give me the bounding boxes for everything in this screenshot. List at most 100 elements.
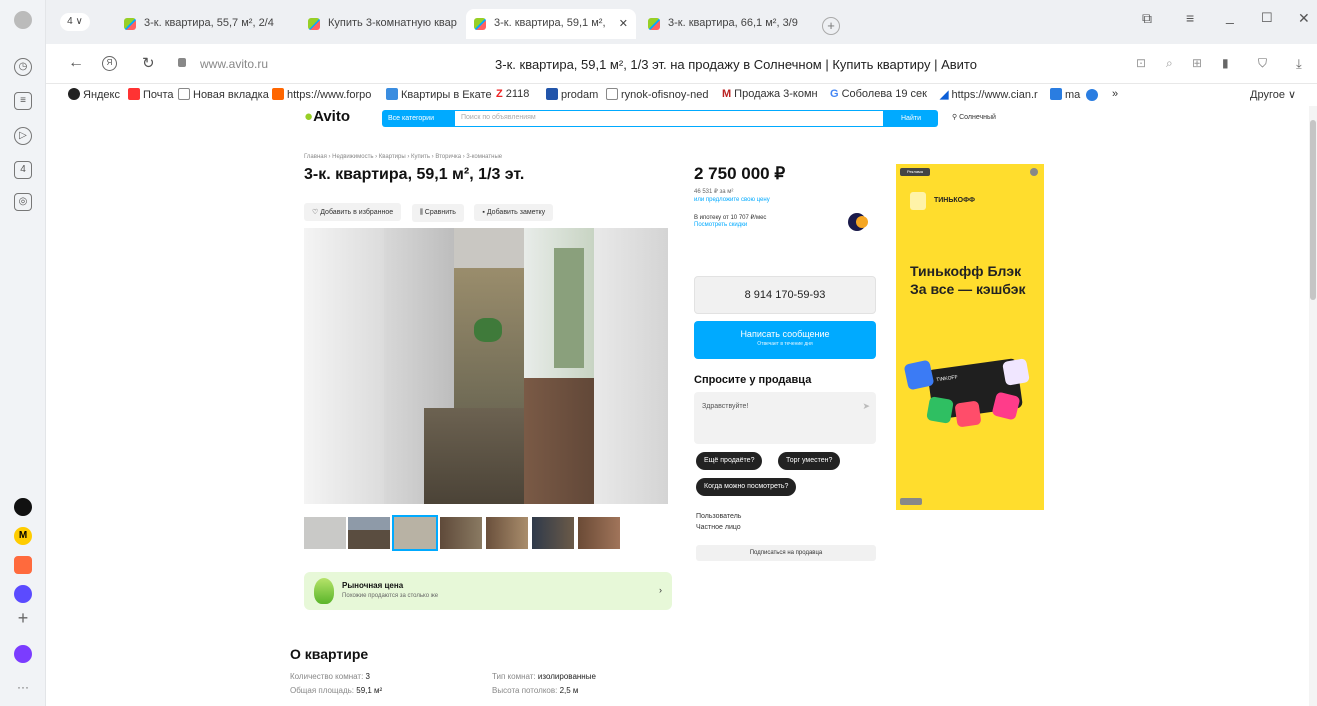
bookmark-item[interactable]: Яндекс — [68, 88, 120, 101]
subscribe-button[interactable]: Подписаться на продавца — [696, 545, 876, 561]
avito-logo[interactable]: ●Avito — [304, 108, 350, 125]
location-selector[interactable]: ⚲ Солнечный — [952, 113, 996, 121]
counter-icon[interactable]: 4 — [14, 161, 32, 179]
tab-4[interactable]: 3-к. квартира, 66,1 м², 3/9 — [640, 9, 820, 39]
reload-icon[interactable]: ↻ — [142, 54, 155, 72]
bookmark-item[interactable]: Z 2118 — [496, 88, 529, 100]
quick-question-chip[interactable]: Торг уместен? — [778, 452, 841, 470]
quick-question-chip[interactable]: Когда можно посмотреть? — [696, 478, 797, 496]
bookmark-item[interactable]: ma — [1050, 88, 1080, 101]
photo-thumbnail[interactable] — [532, 517, 574, 549]
mail-icon — [128, 88, 140, 100]
extension-icon[interactable]: ⊞ — [1192, 56, 1202, 70]
close-tab-icon[interactable]: ✕ — [619, 17, 628, 30]
bookmark-item[interactable]: ◢ https://www.cian.r — [940, 88, 1038, 101]
yandex-app-icon[interactable] — [14, 498, 32, 516]
bookmark-item[interactable]: M Продажа 3-комн — [722, 88, 818, 100]
bookmarks-other[interactable]: Другое ∨ — [1250, 88, 1296, 101]
tab-mode-icon[interactable]: ⧉ — [1142, 10, 1152, 27]
photo-thumbnail[interactable] — [486, 517, 528, 549]
quick-question-chip[interactable]: Ещё продаёте? — [696, 452, 763, 470]
categories-button[interactable]: Все категории — [382, 110, 454, 127]
ask-seller-input[interactable]: Здравствуйте! ➤ — [694, 392, 876, 444]
search-button[interactable]: Найти — [884, 110, 938, 127]
download-icon[interactable]: ⤓ — [1296, 56, 1302, 72]
bookmark-item[interactable]: G Соболева 19 сек — [830, 88, 927, 100]
tab-label: 3-к. квартира, 66,1 м², 3/9 — [668, 17, 798, 29]
reader-icon[interactable]: ⊡ — [1136, 56, 1146, 70]
bookmark-item[interactable]: Почта — [128, 88, 174, 101]
tab-2[interactable]: Купить 3-комнатную квар — [300, 9, 462, 39]
ad-info-icon[interactable] — [1030, 168, 1038, 176]
navigation-bar: ← Я ↻ www.avito.ru 3-к. квартира, 59,1 м… — [46, 44, 1317, 84]
note-label: Добавить заметку — [486, 209, 546, 216]
app-m-icon[interactable]: M — [14, 527, 32, 545]
page-title-bar[interactable]: 3-к. квартира, 59,1 м², 1/3 эт. на прода… — [386, 57, 1086, 72]
seller-name[interactable]: Пользователь — [696, 513, 741, 520]
send-icon[interactable]: ➤ — [862, 401, 870, 412]
photo-thumbnail[interactable] — [440, 517, 482, 549]
compare-button[interactable]: ⫼ Сравнить — [411, 204, 464, 222]
market-price-banner[interactable]: Рыночная цена Похожие продаются за столь… — [304, 572, 672, 610]
alice-icon[interactable] — [14, 645, 32, 663]
tab-counter[interactable]: 4 ∨ — [60, 13, 90, 31]
page-content: ●Avito Все категории Поиск по объявления… — [46, 106, 1309, 706]
shield-icon[interactable]: ⛉ — [1258, 56, 1267, 71]
back-icon[interactable]: ← — [68, 54, 84, 72]
cube-icon — [926, 396, 954, 424]
view-discount-link[interactable]: Посмотреть скидки — [694, 222, 747, 228]
photo-thumbnail-selected[interactable] — [392, 515, 438, 551]
tinkoff-ad[interactable]: Реклама ТИНЬКОФФ Тинькофф Блэк За все — … — [896, 164, 1044, 510]
play-icon[interactable]: ▷ — [14, 127, 32, 145]
offer-price-link[interactable]: или предложите свою цену — [694, 197, 770, 203]
site-icon — [1050, 88, 1062, 100]
profile-icon[interactable] — [14, 11, 32, 29]
maximize-icon[interactable]: ☐ — [1261, 10, 1273, 26]
write-message-button[interactable]: Написать сообщение Отвечает в течение дн… — [694, 321, 876, 359]
mail-app-icon[interactable] — [14, 556, 32, 574]
close-window-icon[interactable]: ✕ — [1298, 10, 1310, 27]
scrollbar-thumb[interactable] — [1310, 120, 1316, 300]
favorite-button[interactable]: ♡ Добавить в избранное — [304, 203, 402, 221]
screenshot-icon[interactable]: ◎ — [14, 193, 32, 211]
bookmark-item[interactable]: Квартиры в Екате — [386, 88, 492, 101]
menu-icon[interactable]: ≡ — [1186, 10, 1194, 26]
bookmark-item[interactable]: prodam — [546, 88, 598, 101]
more-icon[interactable]: ··· — [14, 680, 32, 698]
photo-thumbnail[interactable] — [304, 517, 346, 549]
show-phone-button[interactable]: 8 914 170-59-93 — [694, 276, 876, 314]
prop-area: Общая площадь: 59,1 м² — [290, 686, 382, 695]
history-icon[interactable]: ◷ — [14, 58, 32, 76]
site-icon[interactable] — [1086, 89, 1098, 101]
bookmark-label: prodam — [561, 89, 599, 101]
price-per-m2: 46 531 ₽ за м² — [694, 189, 734, 195]
photo-thumbnail[interactable] — [578, 517, 620, 549]
bookmark-label: Новая вкладка — [193, 89, 269, 101]
bookmark-label: Соболева 19 сек — [841, 88, 927, 100]
search-input[interactable]: Поиск по объявлениям — [454, 110, 884, 127]
new-tab-icon[interactable]: + — [822, 17, 840, 35]
collections-icon[interactable]: ≡ — [14, 92, 32, 110]
categories-label: Все категории — [388, 115, 434, 122]
bookmark-item[interactable]: rynok-ofisnoy-ned — [606, 88, 708, 101]
note-button[interactable]: ▪ Добавить заметку — [474, 204, 554, 221]
tab-3-active[interactable]: 3-к. квартира, 59,1 м², ✕ — [466, 9, 636, 39]
bookmarks-more[interactable]: » — [1112, 88, 1118, 100]
add-app-icon[interactable]: + — [14, 609, 32, 628]
address-domain[interactable]: www.avito.ru — [200, 57, 268, 71]
main-photo[interactable] — [304, 228, 668, 504]
write-message-label: Написать сообщение — [740, 329, 830, 339]
page-icon — [606, 88, 618, 100]
messenger-app-icon[interactable] — [14, 585, 32, 603]
breadcrumb[interactable]: Главная › Недвижимость › Квартиры › Купи… — [304, 154, 502, 160]
translate-icon[interactable]: ⌕ — [1166, 56, 1173, 71]
minimize-icon[interactable]: _ — [1226, 8, 1234, 24]
cian-icon: ◢ — [940, 89, 949, 101]
bookmark-icon[interactable]: ▮ — [1222, 56, 1229, 70]
tab-1[interactable]: 3-к. квартира, 55,7 м², 2/4 — [116, 9, 296, 39]
yandex-search-icon[interactable]: Я — [102, 56, 117, 71]
ad-brand: ТИНЬКОФФ — [934, 197, 975, 204]
photo-thumbnail[interactable] — [348, 517, 390, 549]
bookmark-item[interactable]: Новая вкладка — [178, 88, 269, 101]
bookmark-item[interactable]: https://www.forpo — [272, 88, 371, 101]
